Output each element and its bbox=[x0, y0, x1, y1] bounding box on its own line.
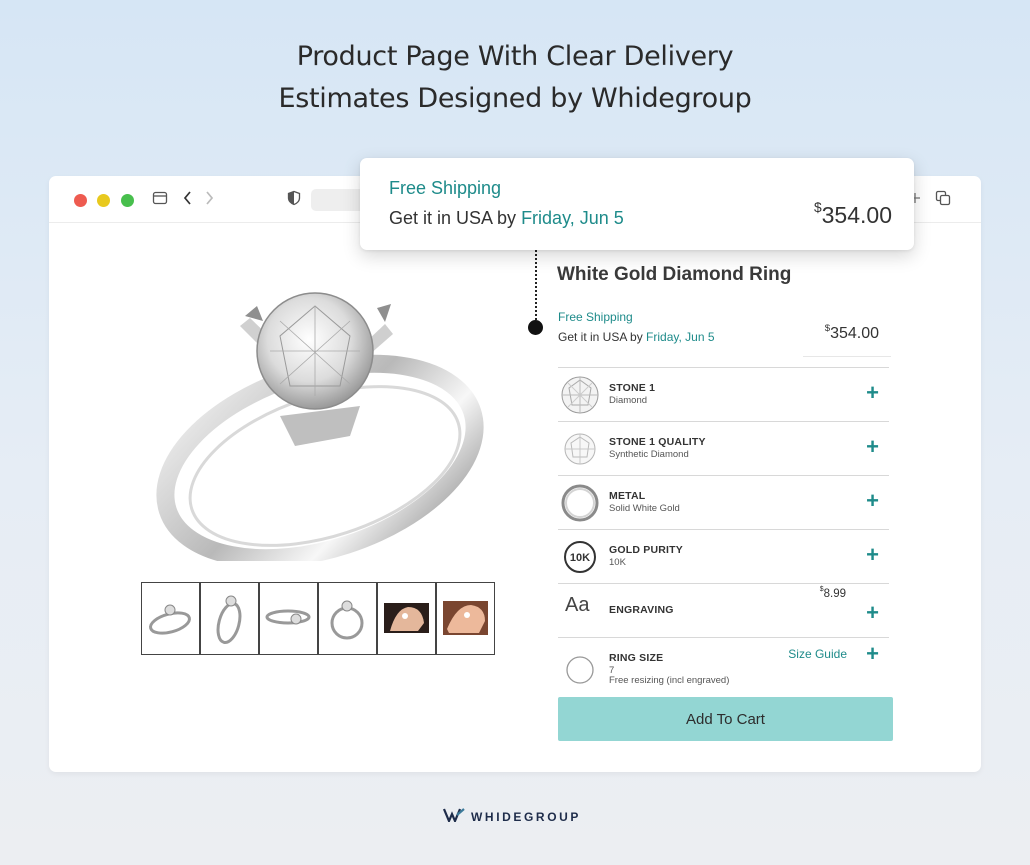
engraving-currency: $ bbox=[819, 586, 824, 593]
product-price: $354.00 bbox=[824, 323, 879, 343]
diamond-icon bbox=[560, 429, 600, 469]
back-icon[interactable] bbox=[182, 190, 194, 211]
option-value: Solid White Gold bbox=[609, 503, 680, 514]
option-note: Free resizing (incl engraved) bbox=[609, 675, 730, 686]
headline-line-2: Estimates Designed by Whidegroup bbox=[278, 83, 752, 114]
expand-plus-icon[interactable]: + bbox=[866, 643, 879, 665]
whidegroup-logo-icon bbox=[442, 807, 465, 827]
option-name: STONE 1 QUALITY bbox=[609, 436, 706, 448]
purity-badge-label: 10K bbox=[570, 552, 590, 564]
product-title: White Gold Diamond Ring bbox=[557, 264, 792, 285]
delivery-estimate-popup: Free Shipping Get it in USA by Friday, J… bbox=[360, 158, 914, 250]
thumbnail-ring-angle[interactable] bbox=[141, 582, 200, 655]
option-name: GOLD PURITY bbox=[609, 544, 683, 556]
callout-connector-line bbox=[535, 250, 537, 324]
expand-plus-icon[interactable]: + bbox=[866, 602, 879, 624]
ring-metal-icon bbox=[560, 483, 600, 523]
shipping-info: Free Shipping Get it in USA by Friday, J… bbox=[558, 310, 891, 360]
headline: Product Page With Clear Delivery Estimat… bbox=[0, 36, 1030, 120]
engraving-icon: Aa bbox=[565, 594, 590, 616]
expand-plus-icon[interactable]: + bbox=[866, 490, 879, 512]
price-divider bbox=[803, 356, 891, 357]
browser-window: White Gold Diamond Ring Free Shipping Ge… bbox=[49, 176, 981, 772]
minimize-window-button[interactable] bbox=[97, 194, 110, 207]
add-to-cart-button[interactable]: Add To Cart bbox=[558, 697, 893, 741]
engraving-price: $8.99 bbox=[819, 586, 846, 600]
popup-delivery-estimate: Get it in USA by Friday, Jun 5 bbox=[389, 208, 624, 229]
popup-estimate-prefix: Get it in USA by bbox=[389, 208, 522, 228]
option-metal[interactable]: METAL Solid White Gold + bbox=[558, 475, 889, 529]
engraving-price-amount: 8.99 bbox=[823, 588, 846, 600]
option-stone-quality[interactable]: STONE 1 QUALITY Synthetic Diamond + bbox=[558, 421, 889, 475]
thumbnail-ring-flat[interactable] bbox=[259, 582, 318, 655]
ring-size-icon bbox=[560, 650, 600, 690]
forward-icon[interactable] bbox=[203, 190, 215, 211]
size-guide-link[interactable]: Size Guide bbox=[788, 647, 847, 661]
thumbnail-ring-front[interactable] bbox=[318, 582, 377, 655]
option-stone-1[interactable]: STONE 1 Diamond + bbox=[558, 367, 889, 421]
option-value: 10K bbox=[609, 557, 626, 568]
headline-line-1: Product Page With Clear Delivery bbox=[296, 41, 734, 72]
price-amount: 354.00 bbox=[830, 325, 879, 342]
free-shipping-label: Free Shipping bbox=[558, 310, 633, 324]
popup-delivery-date: Friday, Jun 5 bbox=[521, 208, 624, 228]
maximize-window-button[interactable] bbox=[121, 194, 134, 207]
thumbnail-ring-side[interactable] bbox=[200, 582, 259, 655]
popup-currency: $ bbox=[813, 200, 822, 215]
expand-plus-icon[interactable]: + bbox=[866, 544, 879, 566]
delivery-date: Friday, Jun 5 bbox=[646, 330, 715, 344]
thumbnail-hand-1[interactable] bbox=[377, 582, 436, 655]
option-name: STONE 1 bbox=[609, 382, 656, 394]
option-name: METAL bbox=[609, 490, 646, 502]
option-name: RING SIZE bbox=[609, 652, 664, 664]
delivery-estimate: Get it in USA by Friday, Jun 5 bbox=[558, 330, 715, 344]
brand-name: WHIDEGROUP bbox=[471, 810, 581, 824]
option-value: Synthetic Diamond bbox=[609, 449, 689, 460]
expand-plus-icon[interactable]: + bbox=[866, 436, 879, 458]
expand-plus-icon[interactable]: + bbox=[866, 382, 879, 404]
product-main-image[interactable] bbox=[145, 276, 495, 568]
delivery-estimate-prefix: Get it in USA by bbox=[558, 330, 647, 344]
option-value: Diamond bbox=[609, 395, 648, 406]
thumbnail-hand-2[interactable] bbox=[436, 582, 495, 655]
callout-connector-dot bbox=[528, 320, 543, 335]
diamond-icon bbox=[560, 375, 600, 415]
tabs-icon[interactable] bbox=[935, 190, 951, 211]
option-ring-size[interactable]: RING SIZE 7 Free resizing (incl engraved… bbox=[558, 637, 889, 696]
popup-price-amount: 354.00 bbox=[821, 202, 892, 228]
purity-badge-icon: 10K bbox=[560, 537, 600, 577]
close-window-button[interactable] bbox=[74, 194, 87, 207]
price-currency: $ bbox=[824, 323, 831, 334]
popup-free-shipping: Free Shipping bbox=[389, 178, 502, 198]
option-engraving[interactable]: Aa ENGRAVING $8.99 + bbox=[558, 583, 889, 637]
option-name: ENGRAVING bbox=[609, 604, 674, 616]
shield-icon[interactable] bbox=[287, 190, 301, 211]
brand-footer: WHIDEGROUP bbox=[442, 807, 581, 827]
popup-price: $354.00 bbox=[813, 200, 892, 229]
sidebar-icon[interactable] bbox=[152, 190, 168, 211]
option-gold-purity[interactable]: 10K GOLD PURITY 10K + bbox=[558, 529, 889, 583]
